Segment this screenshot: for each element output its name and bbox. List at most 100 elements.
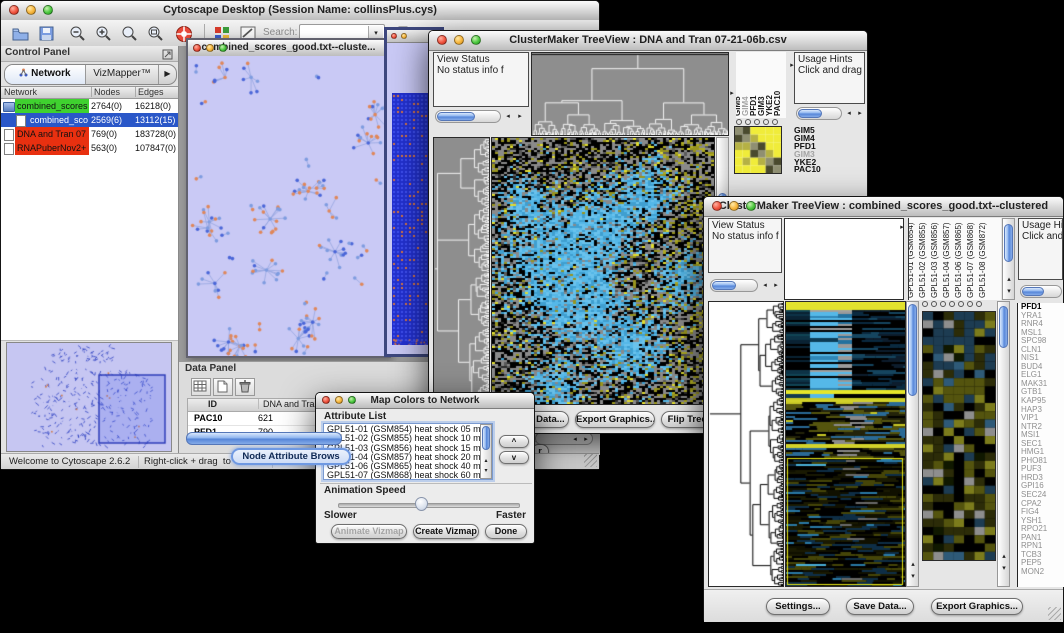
grid-network-canvas[interactable] xyxy=(392,93,428,345)
minimize-icon[interactable] xyxy=(335,396,343,404)
minimize-icon[interactable] xyxy=(206,44,214,52)
scroll-up-icon[interactable]: ▴ xyxy=(908,560,918,569)
zoom-actual-icon[interactable] xyxy=(119,23,141,44)
node-attribute-browser-button[interactable]: Node Attribute Brows xyxy=(231,448,351,465)
labels-vscrollbar[interactable]: ▴ ▾ xyxy=(1002,218,1015,300)
birds-eye-view[interactable] xyxy=(6,342,172,452)
export-graphics-button[interactable]: Export Graphics... xyxy=(931,598,1023,615)
usage-hints-hscrollbar[interactable] xyxy=(1020,285,1062,298)
network-list-row[interactable]: combined_sco2569(6)13112(15) xyxy=(1,113,178,127)
network-canvas[interactable] xyxy=(188,56,389,356)
scroll-left-icon[interactable]: ◂ xyxy=(760,281,770,290)
scroll-down-icon[interactable]: ▾ xyxy=(1004,287,1014,296)
usage-hints-hscrollbar[interactable] xyxy=(796,107,842,120)
tab-vizmapper[interactable]: VizMapper™ xyxy=(86,65,159,84)
close-icon[interactable] xyxy=(391,33,397,39)
zoom-fit-icon[interactable] xyxy=(145,23,167,44)
treeview-dna-title-bar[interactable]: ClusterMaker TreeView : DNA and Tran 07-… xyxy=(429,31,867,51)
network-list-row[interactable]: DNA and Tran 07769(0)183728(0) xyxy=(1,127,178,141)
delete-attribute-icon[interactable] xyxy=(235,378,255,396)
slider-thumb[interactable] xyxy=(415,497,428,511)
minimize-icon[interactable] xyxy=(401,33,407,39)
heatmap-vscrollbar[interactable]: ▴ ▾ xyxy=(906,301,919,587)
global-heatmap-dna[interactable] xyxy=(491,137,715,405)
settings-button[interactable]: Settings... xyxy=(766,598,830,615)
resize-grip[interactable] xyxy=(1048,607,1061,620)
zoom-col-header-glyphs xyxy=(736,119,786,125)
attribute-list-vscrollbar[interactable]: ▴ ▾ xyxy=(480,424,492,479)
animation-speed-slider[interactable] xyxy=(338,503,520,508)
close-icon[interactable] xyxy=(712,201,722,211)
dialog-title-bar[interactable]: Map Colors to Network xyxy=(316,393,534,409)
zoom-window-icon[interactable] xyxy=(746,201,756,211)
view-status-text: No status info f xyxy=(437,65,527,76)
minimize-icon[interactable] xyxy=(454,35,464,45)
attribute-select-icon[interactable] xyxy=(191,378,211,396)
zoom-window-icon[interactable] xyxy=(471,35,481,45)
zoom-window-icon[interactable] xyxy=(43,5,53,15)
zoom-vscrollbar[interactable]: ▴ ▾ xyxy=(997,301,1010,587)
scroll-right-icon[interactable]: ▸ xyxy=(771,281,781,290)
minimize-icon[interactable] xyxy=(26,5,36,15)
open-file-icon[interactable] xyxy=(9,23,31,44)
scroll-right-icon[interactable]: ▸ xyxy=(515,112,525,121)
move-down-button[interactable]: v xyxy=(499,451,529,464)
scroll-right-icon[interactable]: ▸ xyxy=(855,109,865,118)
save-data-button[interactable]: Save Data... xyxy=(846,598,914,615)
scroll-down-icon[interactable]: ▾ xyxy=(908,572,918,581)
zoom-in-icon[interactable] xyxy=(93,23,115,44)
float-panel-icon[interactable] xyxy=(162,47,173,65)
scroll-left-icon[interactable]: ◂ xyxy=(503,112,513,121)
data-panel-hscrollbar-thumb[interactable] xyxy=(186,432,342,445)
scroll-left-icon[interactable]: ◂ xyxy=(844,109,854,118)
view-status-hscrollbar[interactable] xyxy=(710,279,758,292)
view-status-title: View Status xyxy=(712,220,765,231)
close-icon[interactable] xyxy=(193,44,201,52)
network-edges: 13112(15) xyxy=(135,113,175,127)
scroll-left-icon[interactable]: ◂ xyxy=(570,435,580,444)
tab-network[interactable]: Network xyxy=(5,65,86,84)
close-icon[interactable] xyxy=(9,5,19,15)
zoom-heatmap-combined[interactable] xyxy=(922,311,996,561)
network-list-empty-area xyxy=(1,155,178,341)
column-dendrogram-empty[interactable] xyxy=(784,218,904,300)
export-graphics-button[interactable]: Export Graphics... xyxy=(575,411,655,428)
global-heatmap-combined[interactable] xyxy=(785,301,906,587)
minimize-icon[interactable] xyxy=(729,201,739,211)
zoom-window-icon[interactable] xyxy=(348,396,356,404)
divider-arrow-icon[interactable]: ▸ xyxy=(897,223,907,232)
close-icon[interactable] xyxy=(437,35,447,45)
done-button[interactable]: Done xyxy=(485,524,527,539)
zoom-out-icon[interactable] xyxy=(67,23,89,44)
scroll-up-icon[interactable]: ▴ xyxy=(1004,275,1014,284)
close-icon[interactable] xyxy=(322,396,330,404)
save-icon[interactable] xyxy=(35,23,57,44)
list-item[interactable]: GPL51-07 (GSM868) heat shock 60 min xyxy=(324,471,479,480)
gene-label[interactable]: MON2 xyxy=(1021,568,1064,577)
scroll-up-icon[interactable]: ▴ xyxy=(481,457,491,466)
scroll-up-icon[interactable]: ▴ xyxy=(999,552,1009,561)
scroll-right-icon[interactable]: ▸ xyxy=(581,435,591,444)
column-label: GPL51-07 (GSM868) xyxy=(966,222,975,298)
network-nodes: 563(0) xyxy=(91,141,117,155)
main-title-bar[interactable]: Cytoscape Desktop (Session Name: collins… xyxy=(1,1,599,21)
zoom-heatmap-dna[interactable] xyxy=(734,126,782,174)
move-up-button[interactable]: ^ xyxy=(499,435,529,448)
network-list-row[interactable]: combined_scores2764(0)16218(0) xyxy=(1,99,178,113)
column-dendrogram[interactable] xyxy=(531,52,729,136)
new-attribute-icon[interactable] xyxy=(213,378,233,396)
zoom-window-icon[interactable] xyxy=(219,44,227,52)
scroll-down-icon[interactable]: ▾ xyxy=(999,564,1009,573)
scroll-down-icon[interactable]: ▾ xyxy=(481,467,491,476)
gene-label[interactable]: PAC10 xyxy=(794,166,866,174)
row-dendrogram[interactable] xyxy=(708,301,784,587)
resize-grip[interactable] xyxy=(584,454,597,467)
treeview-combined-title-bar[interactable]: ClusterMaker TreeView : combined_scores_… xyxy=(704,197,1063,217)
tab-more[interactable]: ▶ xyxy=(159,65,176,84)
view-status-hscrollbar[interactable] xyxy=(435,110,501,123)
create-vizmap-button[interactable]: Create Vizmap xyxy=(413,524,479,539)
document-icon xyxy=(16,115,26,127)
network-list-row[interactable]: RNAPuberNov2+563(0)107847(0) xyxy=(1,141,178,155)
row-dendrogram[interactable] xyxy=(433,137,490,405)
animate-vizmap-button[interactable]: Animate Vizmap xyxy=(331,524,407,539)
